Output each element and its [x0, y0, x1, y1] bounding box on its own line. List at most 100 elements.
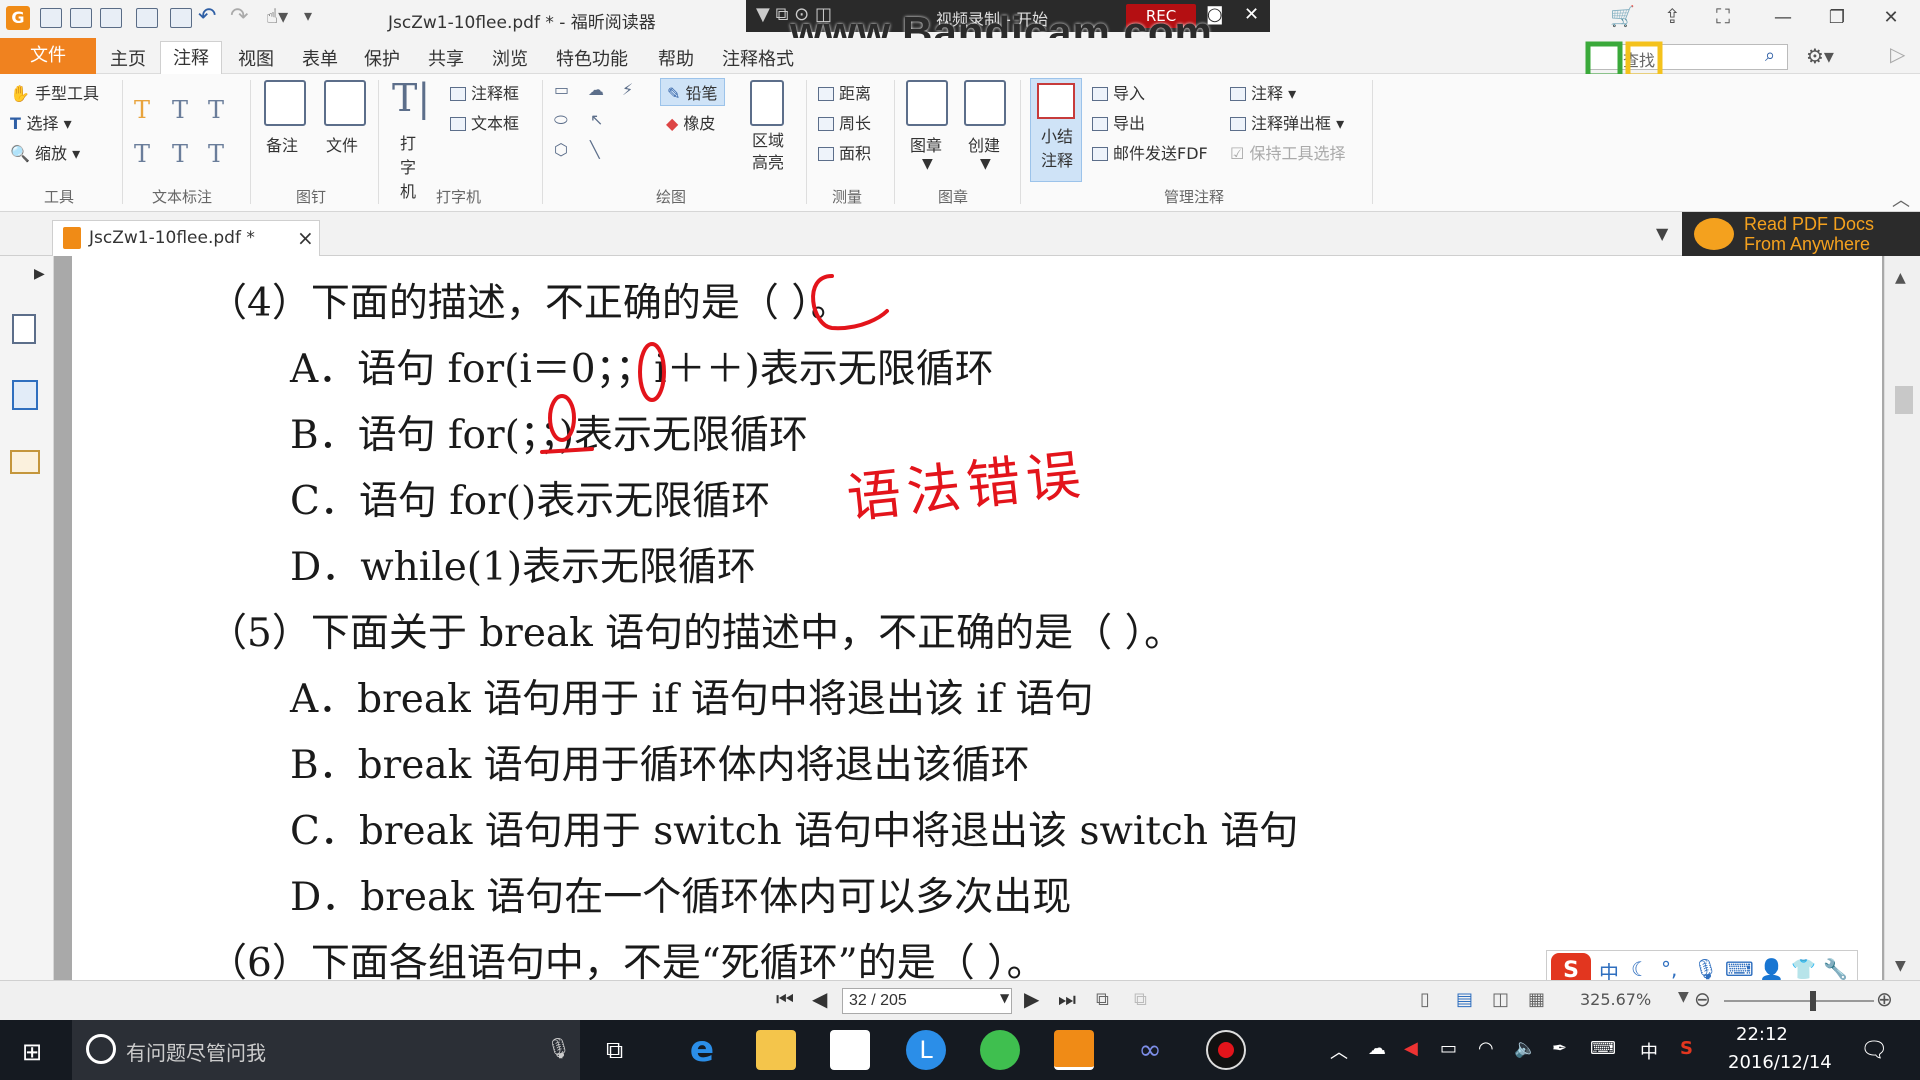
email-fdf-button[interactable]: 邮件发送FDF [1092, 140, 1208, 164]
vertical-scrollbar[interactable]: ▲ ▼ [1884, 256, 1920, 980]
menu-comment-format[interactable]: 注释格式 [710, 43, 806, 73]
menu-home[interactable]: 主页 [98, 43, 158, 73]
menu-features[interactable]: 特色功能 [544, 43, 640, 73]
single-page-icon[interactable]: ▯ [1420, 989, 1430, 1010]
redo-icon[interactable]: ↷ [230, 4, 248, 29]
scroll-up-icon[interactable]: ▲ [1895, 270, 1906, 286]
user-icon[interactable]: 👤 [1759, 957, 1784, 981]
fullscreen-icon[interactable]: ⛶ [1716, 4, 1730, 28]
tray-speaker-icon[interactable]: ◀ [1404, 1038, 1418, 1059]
clock-date[interactable]: 2016/12/14 [1728, 1052, 1832, 1073]
typewriter-button-label[interactable]: 打字机 [400, 132, 424, 204]
save-icon[interactable] [70, 8, 92, 28]
scroll-down-icon[interactable]: ▼ [1895, 958, 1906, 974]
keep-tool-checkbox[interactable]: ☑ 保持工具选择 [1230, 140, 1345, 164]
last-page-icon[interactable]: ⏭ [1058, 987, 1076, 1011]
file-explorer-icon[interactable] [756, 1030, 796, 1070]
touch-keyboard-icon[interactable]: ⌨ [1590, 1038, 1616, 1059]
document-tab[interactable]: JscZw1-10flee.pdf * × [52, 220, 320, 256]
menu-file[interactable]: 文件 [0, 38, 96, 74]
first-page-icon[interactable]: ⏮ [776, 987, 794, 1011]
store-icon[interactable] [830, 1030, 870, 1070]
tab-close-icon[interactable]: × [297, 226, 314, 250]
battery-icon[interactable]: ▭ [1440, 1038, 1457, 1059]
app-logo-icon[interactable]: G [6, 6, 30, 30]
page-number-input[interactable] [842, 988, 1012, 1014]
undo-icon[interactable]: ↶ [198, 4, 216, 29]
close-icon[interactable]: ✕ [1868, 4, 1914, 32]
bookmark-icon[interactable] [12, 314, 36, 344]
zoom-level[interactable]: 325.67% [1580, 990, 1651, 1009]
next-page-icon[interactable]: ▶ [1024, 987, 1039, 1011]
l-app-icon[interactable]: L [906, 1030, 946, 1070]
rectangle-icon[interactable]: ▭ [554, 80, 569, 99]
infinity-app-icon[interactable]: ∞ [1130, 1030, 1170, 1070]
hand-tool-icon[interactable]: ☝▾ [266, 4, 288, 28]
insert-text-icon[interactable]: T [208, 140, 224, 168]
customize-quick-access-icon[interactable]: ▾ [304, 6, 312, 25]
area-button[interactable]: 面积 [818, 140, 871, 164]
perimeter-button[interactable]: 周长 [818, 110, 871, 134]
stamp-button-label[interactable]: 图章 [910, 132, 942, 156]
menu-form[interactable]: 表单 [290, 43, 350, 73]
create-button-label[interactable]: 创建 [968, 132, 1000, 156]
expand-right-icon[interactable]: ▷ [1890, 42, 1905, 66]
zoom-slider-thumb[interactable] [1810, 991, 1816, 1011]
area-highlight-icon[interactable] [750, 80, 784, 126]
tray-cloud-icon[interactable]: ☁ [1368, 1038, 1386, 1059]
import-button[interactable]: 导入 [1092, 80, 1145, 104]
task-view-icon[interactable]: ⧉ [606, 1036, 623, 1064]
scan-icon[interactable] [136, 8, 158, 28]
menu-browse[interactable]: 浏览 [480, 43, 540, 73]
search-icon[interactable]: ⌕ [1765, 45, 1775, 66]
zoom-tool-button[interactable]: 🔍 缩放 ▾ [10, 140, 80, 164]
menu-share[interactable]: 共享 [416, 43, 476, 73]
continuous-facing-icon[interactable]: ▦ [1528, 989, 1545, 1010]
highlight-text-icon[interactable]: T [134, 96, 150, 124]
collapse-ribbon-icon[interactable]: ︿ [1892, 186, 1910, 212]
zoom-in-icon[interactable]: ⊕ [1876, 987, 1893, 1011]
comments-icon[interactable] [10, 450, 40, 474]
windows-start-icon[interactable]: ⊞ [22, 1038, 42, 1066]
sogou-tray-icon[interactable]: S [1680, 1038, 1693, 1059]
distance-button[interactable]: 距离 [818, 80, 871, 104]
settings-gear-icon[interactable]: ⚙▾ [1806, 44, 1834, 68]
green-browser-icon[interactable] [980, 1030, 1020, 1070]
wifi-icon[interactable]: ◠ [1478, 1038, 1494, 1059]
stamp-icon[interactable] [906, 80, 948, 126]
ad-banner[interactable]: Read PDF Docs From Anywhere [1682, 212, 1920, 256]
microphone-icon[interactable]: 🎙 [546, 1036, 571, 1060]
new-icon[interactable] [170, 8, 192, 28]
action-center-icon[interactable]: 🗨 [1860, 1038, 1888, 1063]
print-icon[interactable] [100, 8, 122, 28]
pages-thumbnail-icon[interactable] [12, 380, 38, 410]
replace-text-icon[interactable]: T [172, 140, 188, 168]
expand-panel-icon[interactable]: ▶ [34, 266, 45, 282]
typewriter-icon[interactable]: T| [392, 76, 430, 120]
scrollbar-thumb[interactable] [1895, 386, 1913, 414]
open-icon[interactable] [40, 8, 62, 28]
polygon-icon[interactable]: ⬡ [554, 140, 568, 159]
callout-button[interactable]: 注释框 [450, 80, 519, 104]
arrow-icon[interactable]: ↖ [590, 110, 603, 129]
minimize-icon[interactable]: — [1760, 4, 1806, 32]
volume-icon[interactable]: 🔈 [1514, 1038, 1536, 1059]
tab-list-dropdown-icon[interactable]: ▼ [1656, 224, 1668, 243]
area-highlight-label[interactable]: 区域高亮 [752, 130, 788, 174]
stamp-dropdown-icon[interactable]: ▼ [922, 156, 933, 172]
strikeout-text-icon[interactable]: T [134, 140, 150, 168]
note-icon[interactable] [264, 80, 306, 126]
popup-dropdown-button[interactable]: 注释弹出框 ▾ [1230, 110, 1344, 134]
skin-icon[interactable]: 👕 [1791, 957, 1816, 981]
recorder-close-icon[interactable]: ✕ [1244, 4, 1259, 25]
cloud-icon[interactable]: ☁ [588, 80, 604, 99]
cortana-search-box[interactable]: 有问题尽管问我 🎙 [72, 1020, 580, 1080]
squiggly-text-icon[interactable]: T [172, 96, 188, 124]
file-button-label[interactable]: 文件 [326, 132, 358, 156]
edge-browser-icon[interactable]: e [682, 1030, 722, 1070]
zoom-out-icon[interactable]: ⊖ [1694, 987, 1711, 1011]
textbox-button[interactable]: 文本框 [450, 110, 519, 134]
microphone-icon[interactable]: 🎙 [1693, 957, 1718, 981]
previous-view-icon[interactable]: ⧉ [1096, 989, 1109, 1010]
zoom-dropdown-icon[interactable]: ▼ [1678, 989, 1689, 1005]
